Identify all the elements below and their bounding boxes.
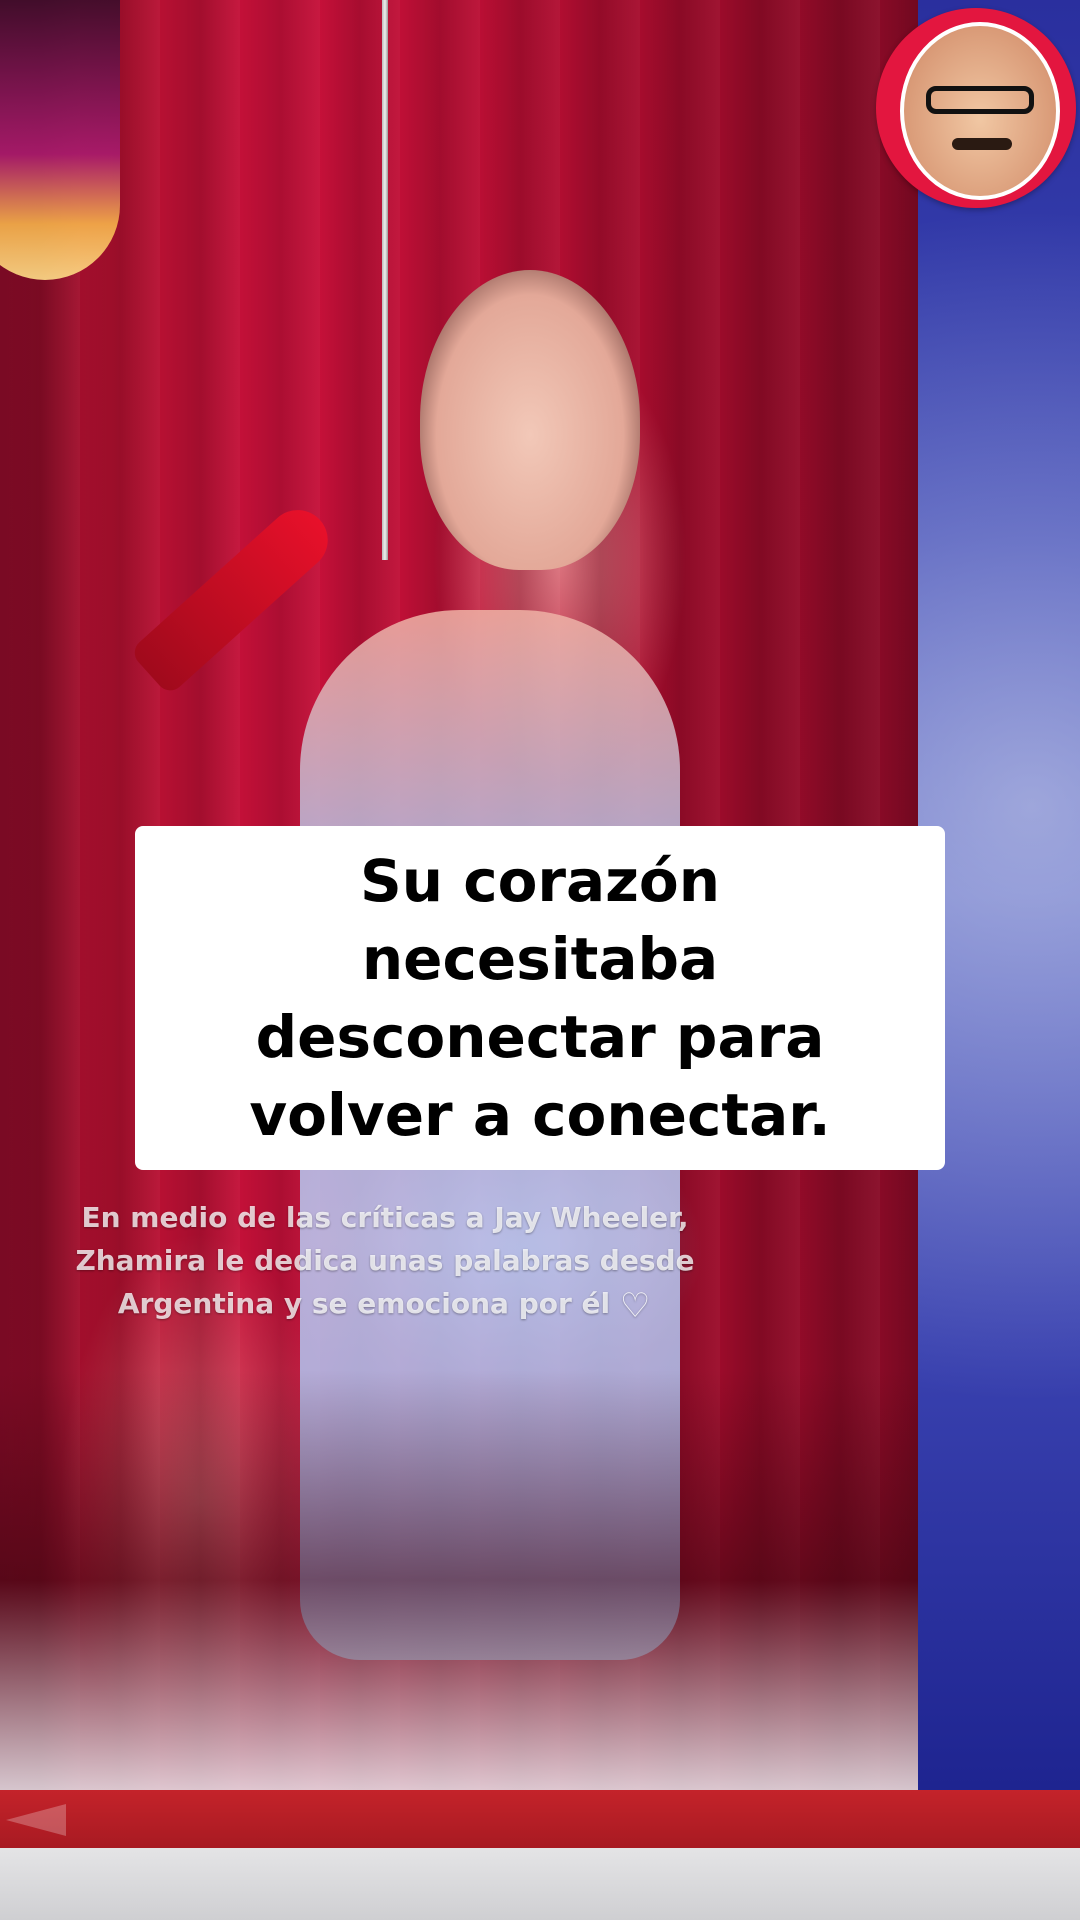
mustache-icon xyxy=(952,138,1012,150)
stage-light xyxy=(0,0,120,280)
caption-text: Su corazón necesitaba desconectar para v… xyxy=(249,847,831,1149)
stage-floor xyxy=(0,1370,918,1790)
host-avatar-icon[interactable] xyxy=(876,8,1076,208)
glasses-icon xyxy=(926,86,1034,114)
arrow-left-icon[interactable] xyxy=(6,1804,66,1836)
host-face xyxy=(900,22,1060,200)
white-heart-icon: ♡ xyxy=(619,1286,651,1326)
bottom-bar xyxy=(0,1790,1080,1848)
singer-head xyxy=(420,270,640,570)
footer-strip xyxy=(0,1848,1080,1920)
caption-box: Su corazón necesitaba desconectar para v… xyxy=(135,826,945,1170)
video-overlay-text: En medio de las críticas a Jay Wheeler, … xyxy=(40,1196,730,1325)
video-overlay-caption: En medio de las críticas a Jay Wheeler, … xyxy=(75,1201,695,1320)
